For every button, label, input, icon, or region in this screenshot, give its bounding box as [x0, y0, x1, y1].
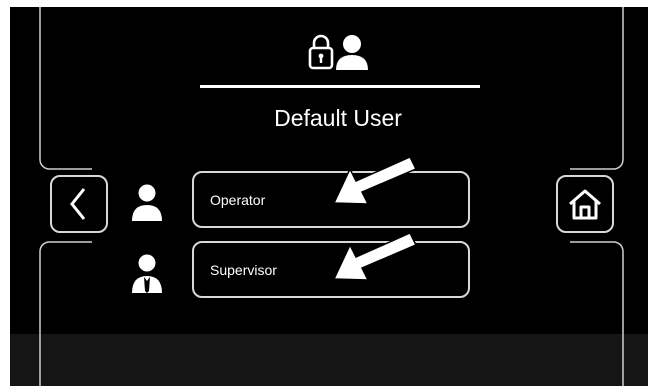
operator-label: Operator — [210, 191, 266, 208]
operator-icon — [132, 184, 162, 221]
supervisor-label: Supervisor — [210, 261, 277, 278]
home-button[interactable] — [556, 175, 614, 233]
back-button[interactable] — [50, 175, 108, 233]
page-title: Default User — [274, 105, 402, 131]
supervisor-icon — [132, 254, 162, 293]
pointer-arrow-icon — [332, 232, 418, 281]
title-divider — [200, 85, 480, 88]
lock-icon — [308, 34, 334, 70]
header-lock-user-icon — [308, 34, 368, 70]
pointer-arrow-icon — [332, 156, 418, 205]
hmi-screen: Default User Operator Supervisor — [10, 7, 648, 386]
user-icon — [336, 35, 368, 70]
